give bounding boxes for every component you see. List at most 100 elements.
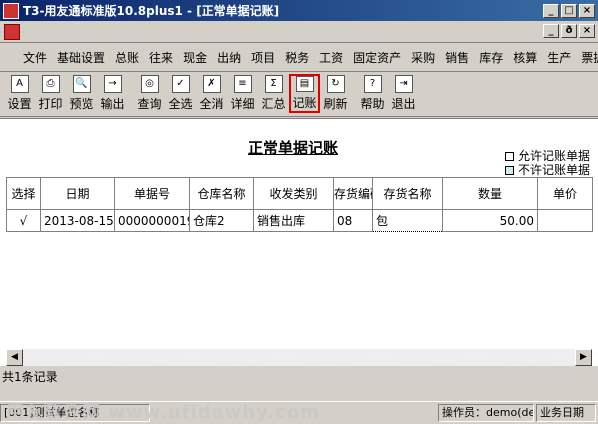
print-label: 打印 [38,97,63,111]
page-title: 正常单据记账 [248,139,339,157]
select-cell[interactable]: √ [6,209,41,232]
detail-icon: ≡ [233,75,252,93]
refresh-label: 刷新 [323,97,348,111]
export-button[interactable]: → 输出 [97,74,128,113]
menu-production[interactable]: 生产 [542,49,576,66]
item-name-cell[interactable]: 包 [372,209,443,232]
column-header[interactable]: 数量 [442,177,538,210]
menu-inventory[interactable]: 库存 [474,49,508,66]
select-all-icon: ✓ [171,75,190,93]
refresh-button[interactable]: ↻ 刷新 [320,74,351,113]
deselect-all-label: 全消 [199,97,224,111]
menu-fixed-assets[interactable]: 固定资产 [348,49,406,66]
unit-price-cell[interactable] [537,209,593,232]
column-header[interactable]: 收发类别 [253,177,334,210]
mdi-minimize-button[interactable]: _ [543,24,559,38]
preview-label: 预览 [69,97,94,111]
export-label: 输出 [100,97,125,111]
column-header[interactable]: 日期 [40,177,115,210]
deselect-all-icon: ✗ [202,75,221,93]
minimize-button[interactable]: _ [543,3,559,18]
business-date-status: 业务日期 [536,403,596,422]
mdi-restore-button[interactable]: ð [561,24,577,38]
table-row[interactable]: √ 2013-08-15 0000000019 仓库2 销售出库 08 包 50… [6,209,593,232]
menu-bills[interactable]: 票据 [576,49,598,66]
column-header[interactable]: 存货编码 [333,177,373,210]
close-button[interactable]: × [579,3,595,18]
select-all-label: 全选 [168,97,193,111]
warehouse-cell[interactable]: 仓库2 [189,209,254,232]
legend: 允许记账单据 不许记账单据 [505,149,590,177]
deny-legend-label: 不许记账单据 [518,163,591,177]
menu-project[interactable]: 项目 [246,49,280,66]
post-icon: ▤ [295,76,314,92]
menu-tax[interactable]: 税务 [280,49,314,66]
post-button[interactable]: ▤ 记账 [289,74,320,113]
watermark: 用友软件网 www.ufidawhy.com [6,402,320,423]
scroll-left-icon[interactable]: ◀ [6,349,23,366]
menu-sales[interactable]: 销售 [440,49,474,66]
summary-label: 汇总 [261,97,286,111]
query-button[interactable]: ◎ 查询 [134,74,165,113]
detail-button[interactable]: ≡ 详细 [227,74,258,113]
menu-purchase[interactable]: 采购 [406,49,440,66]
menu-file[interactable]: 文件 [18,49,52,66]
help-icon: ? [363,75,382,93]
menu-accounting[interactable]: 核算 [508,49,542,66]
select-all-button[interactable]: ✓ 全选 [165,74,196,113]
preview-icon: 🔍 [72,75,91,93]
column-header[interactable]: 存货名称 [372,177,443,210]
query-label: 查询 [137,97,162,111]
column-header[interactable]: 单据号 [114,177,190,210]
settings-icon: A [10,75,29,93]
deny-legend-swatch [505,165,514,175]
document-icon [4,24,20,40]
deselect-all-button[interactable]: ✗ 全消 [196,74,227,113]
print-button[interactable]: ⎙ 打印 [35,74,66,113]
summary-icon: Σ [264,75,283,93]
title-bar: T3-用友通标准版10.8plus1 - [正常单据记账] _ □ × [0,0,598,21]
post-label: 记账 [292,96,317,110]
settings-label: 设置 [7,97,32,111]
detail-label: 详细 [230,97,255,111]
document-table: 选择 日期 单据号 仓库名称 收发类别 存货编码 存货名称 数量 单价 √ 20… [6,177,593,232]
column-header[interactable]: 单价 [537,177,593,210]
preview-button[interactable]: 🔍 预览 [66,74,97,113]
column-header[interactable]: 仓库名称 [189,177,254,210]
scroll-track[interactable] [23,349,575,366]
export-icon: → [103,75,122,93]
quantity-cell[interactable]: 50.00 [442,209,538,232]
query-icon: ◎ [140,75,159,93]
help-label: 帮助 [360,97,385,111]
menu-cash[interactable]: 现金 [178,49,212,66]
menu-basic-settings[interactable]: 基础设置 [52,49,110,66]
exit-label: 退出 [391,97,416,111]
exit-button[interactable]: ⇥ 退出 [388,74,419,113]
menu-transactions[interactable]: 往来 [144,49,178,66]
category-cell[interactable]: 销售出库 [253,209,334,232]
horizontal-scrollbar[interactable]: ◀ ▶ [6,349,592,366]
item-code-cell[interactable]: 08 [333,209,373,232]
help-button[interactable]: ? 帮助 [357,74,388,113]
date-cell[interactable]: 2013-08-15 [40,209,115,232]
settings-button[interactable]: A 设置 [4,74,35,113]
menu-payroll[interactable]: 工资 [314,49,348,66]
operator-status: 操作员：demo(demo) [438,403,534,422]
menu-bar: 文件 基础设置 总账 往来 现金 出纳 项目 税务 工资 固定资产 采购 销售 … [0,44,598,72]
toolbar: A 设置 ⎙ 打印 🔍 预览 → 输出 ◎ 查询 ✓ 全选 ✗ 全消 ≡ 详细 Σ 汇总 ▤ 记账 … [0,73,598,117]
allow-legend-label: 允许记账单据 [518,149,591,163]
record-count: 共1条记录 [2,370,58,384]
refresh-icon: ↻ [326,75,345,93]
menu-general-ledger[interactable]: 总账 [110,49,144,66]
maximize-button[interactable]: □ [561,3,577,18]
mdi-close-button[interactable]: × [579,24,595,38]
scroll-right-icon[interactable]: ▶ [575,349,592,366]
exit-icon: ⇥ [394,75,413,93]
doc-number-cell[interactable]: 0000000019 [114,209,190,232]
column-header[interactable]: 选择 [6,177,41,210]
summary-button[interactable]: Σ 汇总 [258,74,289,113]
window-title: T3-用友通标准版10.8plus1 - [正常单据记账] [23,4,280,18]
app-icon [3,2,19,19]
menu-cashier[interactable]: 出纳 [212,49,246,66]
main-panel: 正常单据记账 允许记账单据 不许记账单据 选择 日期 单据号 仓库名称 收发类别… [0,118,598,366]
